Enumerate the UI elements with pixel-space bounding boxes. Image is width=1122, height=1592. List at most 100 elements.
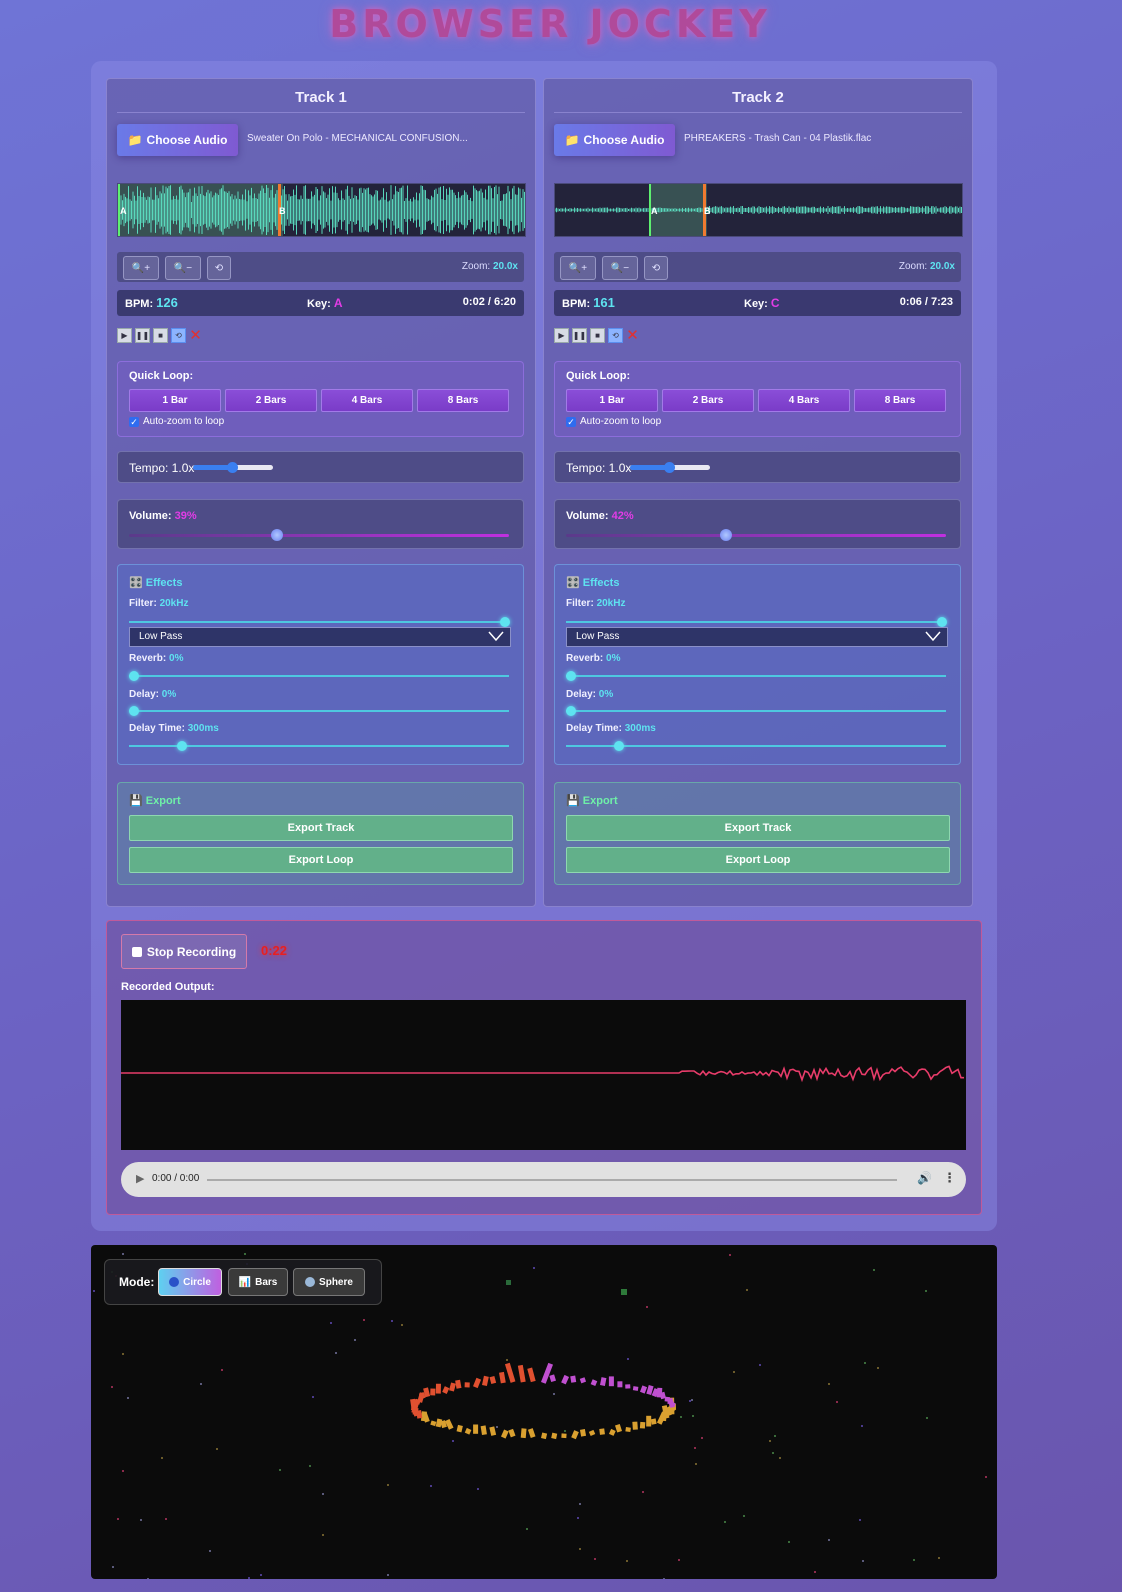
mode-bars-button[interactable]: 📊 Bars xyxy=(228,1268,288,1296)
export-track-button[interactable]: Export Track xyxy=(129,815,513,841)
loop-2-bars-button[interactable]: 2 Bars xyxy=(662,389,754,412)
volume-icon[interactable]: 🔊 xyxy=(917,1171,932,1185)
stop-icon[interactable]: ■ xyxy=(590,328,605,343)
reverb-slider[interactable] xyxy=(566,671,946,681)
star-particle xyxy=(161,1457,163,1459)
export-loop-button[interactable]: Export Loop xyxy=(566,847,950,873)
filter-type-select[interactable]: Low Pass xyxy=(129,627,511,647)
volume-slider[interactable] xyxy=(566,529,946,541)
choose-audio-button[interactable]: 📁 Choose Audio xyxy=(117,124,238,156)
marker-b-label: B xyxy=(704,206,711,216)
zoom-in-button[interactable]: 🔍+ xyxy=(123,256,159,280)
tempo-slider[interactable] xyxy=(193,462,273,473)
star-particle xyxy=(387,1574,389,1576)
star-particle xyxy=(779,1457,781,1459)
delay-time-thumb[interactable] xyxy=(614,741,624,751)
reverb-thumb[interactable] xyxy=(129,671,139,681)
delay-time-slider[interactable] xyxy=(129,741,509,751)
filter-slider[interactable] xyxy=(566,617,947,627)
delay-time-value: 300ms xyxy=(187,723,219,734)
more-options-icon[interactable]: ⋮ xyxy=(943,1170,956,1186)
zoom-reset-button[interactable]: ⟲ xyxy=(644,256,668,280)
recording-timer: 0:22 xyxy=(261,943,288,958)
close-icon[interactable]: ✕ xyxy=(189,327,202,344)
volume-thumb[interactable] xyxy=(719,529,732,541)
star-particle xyxy=(828,1539,830,1541)
loop-4-bars-button[interactable]: 4 Bars xyxy=(758,389,850,412)
loop-1-bar-button[interactable]: 1 Bar xyxy=(566,389,658,412)
mode-circle-button[interactable]: Circle xyxy=(158,1268,222,1296)
stop-recording-label: Stop Recording xyxy=(146,944,237,959)
zoom-readout: Zoom: 20.0x xyxy=(462,261,518,272)
auto-zoom-checkbox[interactable]: ✓ Auto-zoom to loop xyxy=(566,416,661,427)
waveform[interactable]: AB xyxy=(554,183,963,237)
reverb-thumb[interactable] xyxy=(566,671,576,681)
auto-zoom-checkbox[interactable]: ✓ Auto-zoom to loop xyxy=(129,416,224,427)
audio-player[interactable]: ▶ 0:00 / 0:00 🔊 ⋮ xyxy=(121,1162,966,1197)
export-loop-button[interactable]: Export Loop xyxy=(129,847,513,873)
star-particle xyxy=(594,1558,596,1560)
visualizer-bar xyxy=(632,1386,639,1391)
choose-audio-button[interactable]: 📁 Choose Audio xyxy=(554,124,675,156)
loop-icon[interactable]: ⟲ xyxy=(171,328,186,343)
star-particle xyxy=(140,1519,142,1521)
visualizer-bar xyxy=(444,1418,454,1430)
quick-loop-title: Quick Loop: xyxy=(129,370,194,382)
star-particle xyxy=(221,1369,223,1371)
loop-8-bars-button[interactable]: 8 Bars xyxy=(417,389,509,412)
delay-thumb[interactable] xyxy=(566,706,576,716)
waveform[interactable]: AB xyxy=(117,183,526,237)
zoom-in-button[interactable]: 🔍+ xyxy=(560,256,596,280)
delay-slider[interactable] xyxy=(566,706,946,716)
loop-4-bars-button[interactable]: 4 Bars xyxy=(321,389,413,412)
loop-icon[interactable]: ⟲ xyxy=(608,328,623,343)
close-icon[interactable]: ✕ xyxy=(626,327,639,344)
star-particle xyxy=(985,1476,987,1478)
delay-time-thumb[interactable] xyxy=(177,741,187,751)
recorder-panel: Stop Recording 0:22 Recorded Output: ▶ 0… xyxy=(106,920,982,1215)
play-icon[interactable]: ▶ xyxy=(117,328,132,343)
volume-slider[interactable] xyxy=(129,529,509,541)
volume-thumb[interactable] xyxy=(271,529,284,541)
loop-2-bars-button[interactable]: 2 Bars xyxy=(225,389,317,412)
play-icon[interactable]: ▶ xyxy=(136,1172,144,1185)
zoom-readout: Zoom: 20.0x xyxy=(899,261,955,272)
star-particle xyxy=(553,1393,555,1395)
mode-sphere-button[interactable]: Sphere xyxy=(293,1268,365,1296)
star-particle xyxy=(506,1359,508,1361)
pause-icon[interactable]: ❚❚ xyxy=(572,328,587,343)
stop-recording-button[interactable]: Stop Recording xyxy=(121,934,247,969)
player-progress-bar[interactable] xyxy=(207,1179,897,1181)
tempo-thumb[interactable] xyxy=(227,462,238,473)
pause-icon[interactable]: ❚❚ xyxy=(135,328,150,343)
visualizer-bar xyxy=(639,1421,646,1429)
star-particle xyxy=(694,1447,696,1449)
play-icon[interactable]: ▶ xyxy=(554,328,569,343)
reverb-slider[interactable] xyxy=(129,671,509,681)
chevron-down-icon xyxy=(925,631,941,642)
zoom-out-button[interactable]: 🔍− xyxy=(602,256,638,280)
filter-value: 20kHz xyxy=(159,598,189,609)
star-particle xyxy=(387,1484,389,1486)
delay-thumb[interactable] xyxy=(129,706,139,716)
visualizer-bar xyxy=(504,1362,516,1383)
zoom-reset-button[interactable]: ⟲ xyxy=(207,256,231,280)
volume-label: Volume: xyxy=(566,510,609,522)
loop-1-bar-button[interactable]: 1 Bar xyxy=(129,389,221,412)
delay-time-slider[interactable] xyxy=(566,741,946,751)
zoom-out-button[interactable]: 🔍− xyxy=(165,256,201,280)
star-particle xyxy=(401,1324,403,1326)
loop-8-bars-button[interactable]: 8 Bars xyxy=(854,389,946,412)
transport-controls: ▶ ❚❚ ■ ⟲ ✕ xyxy=(117,327,202,344)
tempo-thumb[interactable] xyxy=(664,462,675,473)
delay-slider[interactable] xyxy=(129,706,509,716)
filter-thumb[interactable] xyxy=(500,617,510,627)
filter-slider[interactable] xyxy=(129,617,510,627)
filter-type-select[interactable]: Low Pass xyxy=(566,627,948,647)
visualizer-bar xyxy=(551,1432,558,1440)
key-readout: Key: C xyxy=(744,296,780,310)
export-track-button[interactable]: Export Track xyxy=(566,815,950,841)
tempo-slider[interactable] xyxy=(630,462,710,473)
stop-icon[interactable]: ■ xyxy=(153,328,168,343)
filter-thumb[interactable] xyxy=(937,617,947,627)
